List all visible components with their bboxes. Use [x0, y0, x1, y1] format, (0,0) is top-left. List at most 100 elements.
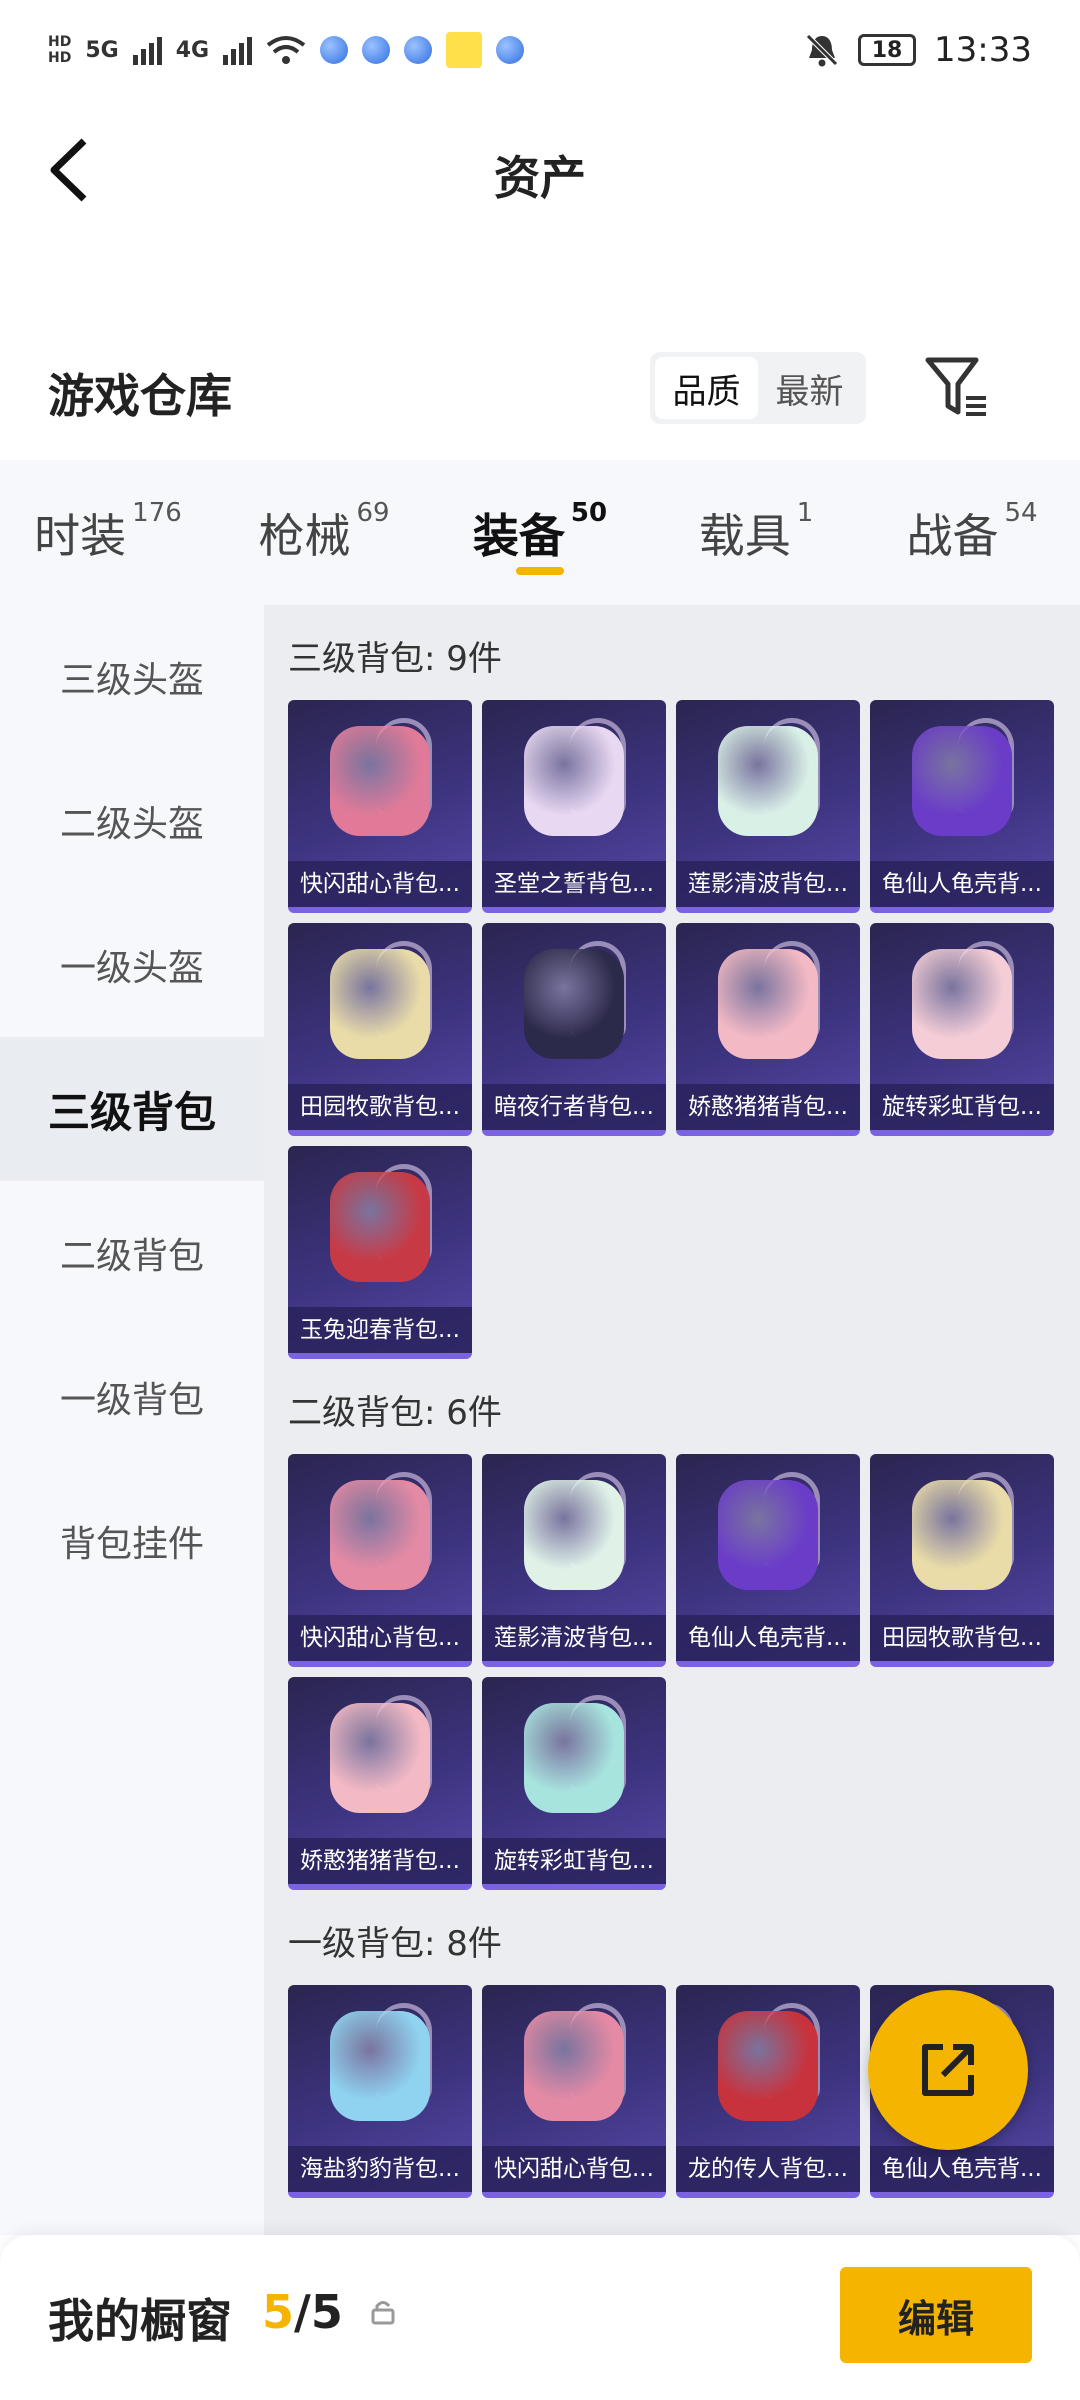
item-name: 田园牧歌背包...	[870, 1615, 1054, 1661]
bell-off-icon	[806, 34, 838, 67]
backpack-image	[718, 1480, 818, 1590]
sort-quality-button[interactable]: 品质	[655, 357, 758, 419]
backpack-image	[330, 1172, 430, 1282]
hd-indicator: HD HD	[48, 34, 72, 66]
item-name: 田园牧歌背包...	[288, 1084, 472, 1130]
showcase-current: 5	[262, 2285, 295, 2339]
page-title: 资产	[494, 151, 586, 205]
sidebar-item-level3-helmet[interactable]: 三级头盔	[0, 605, 264, 749]
backpack-image	[912, 949, 1012, 1059]
item-name: 莲影清波背包...	[482, 1615, 666, 1661]
tab-fashion[interactable]: 时装 176	[0, 460, 216, 566]
app-notification-icon	[362, 36, 391, 64]
tab-supplies[interactable]: 战备 54	[864, 460, 1080, 566]
item-name: 快闪甜心背包...	[482, 2146, 666, 2192]
network-4g-label: 4G	[175, 37, 210, 63]
item-card[interactable]: 快闪甜心背包...	[482, 1985, 666, 2198]
app-notification-icon	[404, 36, 433, 64]
tab-label: 战备	[906, 509, 999, 563]
sidebar-item-level1-backpack[interactable]: 一级背包	[0, 1325, 264, 1469]
category-tabs: 时装 176 枪械 69 装备 50 载具 1 战备 54	[0, 460, 1080, 605]
app-notification-icon	[446, 32, 483, 68]
item-card[interactable]: 田园牧歌背包...	[288, 923, 472, 1136]
subcategory-sidebar: 三级头盔 二级头盔 一级头盔 三级背包 二级背包 一级背包 背包挂件	[0, 605, 264, 2235]
tab-label: 载具	[698, 509, 791, 563]
backpack-image	[524, 949, 624, 1059]
showcase-total: 5	[310, 2285, 343, 2339]
item-card[interactable]: 暗夜行者背包...	[482, 923, 666, 1136]
backpack-image	[718, 2011, 818, 2121]
tab-count: 176	[132, 498, 182, 528]
title-bar: 资产	[0, 110, 1080, 230]
tab-label: 枪械	[258, 509, 351, 563]
item-name: 娇憨猪猪背包...	[288, 1838, 472, 1884]
backpack-image	[330, 726, 430, 836]
edit-button[interactable]: 编辑	[840, 2267, 1032, 2363]
app-notification-icon	[496, 36, 525, 64]
backpack-image	[330, 949, 430, 1059]
showcase-label: 我的橱窗	[48, 2294, 232, 2348]
backpack-image	[912, 1480, 1012, 1590]
backpack-image	[718, 726, 818, 836]
sort-latest-button[interactable]: 最新	[758, 357, 861, 419]
sidebar-item-level1-helmet[interactable]: 一级头盔	[0, 893, 264, 1037]
sidebar-item-level2-helmet[interactable]: 二级头盔	[0, 749, 264, 893]
item-card[interactable]: 旋转彩虹背包...	[482, 1677, 666, 1890]
warehouse-title: 游戏仓库	[48, 369, 232, 423]
share-icon	[922, 2044, 974, 2096]
tab-equipment[interactable]: 装备 50	[432, 460, 648, 575]
item-card[interactable]: 快闪甜心背包...	[288, 700, 472, 913]
battery-level: 18	[871, 37, 903, 63]
backpack-image	[718, 949, 818, 1059]
tab-count: 1	[796, 498, 814, 528]
item-name: 海盐豹豹背包...	[288, 2146, 472, 2192]
backpack-image	[330, 2011, 430, 2121]
signal-icon	[223, 35, 253, 65]
item-card[interactable]: 莲影清波背包...	[676, 700, 860, 913]
signal-icon	[132, 35, 162, 65]
battery-icon: 18	[858, 34, 917, 66]
item-name: 娇憨猪猪背包...	[676, 1084, 860, 1130]
backpack-image	[330, 1703, 430, 1813]
share-button[interactable]	[868, 1990, 1028, 2150]
tab-guns[interactable]: 枪械 69	[216, 460, 432, 566]
item-name: 龟仙人龟壳背...	[870, 2146, 1054, 2192]
tab-vehicles[interactable]: 载具 1	[648, 460, 864, 566]
item-name: 快闪甜心背包...	[288, 1615, 472, 1661]
item-card[interactable]: 娇憨猪猪背包...	[676, 923, 860, 1136]
sidebar-item-level3-backpack[interactable]: 三级背包	[0, 1037, 264, 1181]
item-grid: 快闪甜心背包... 莲影清波背包... 龟仙人龟壳背... 田园牧歌背包... 娇憨猪猪…	[288, 1454, 1056, 1890]
section-title: 一级背包: 8件	[288, 1924, 502, 1964]
item-card[interactable]: 娇憨猪猪背包...	[288, 1677, 472, 1890]
item-name: 龟仙人龟壳背...	[676, 1615, 860, 1661]
item-name: 旋转彩虹背包...	[482, 1838, 666, 1884]
item-name: 龙的传人背包...	[676, 2146, 860, 2192]
item-name: 快闪甜心背包...	[288, 861, 472, 907]
item-card[interactable]: 田园牧歌背包...	[870, 1454, 1054, 1667]
backpack-image	[524, 2011, 624, 2121]
item-name: 旋转彩虹背包...	[870, 1084, 1054, 1130]
network-5g-label: 5G	[85, 37, 119, 63]
tab-count: 69	[356, 498, 390, 528]
item-card[interactable]: 玉兔迎春背包...	[288, 1146, 472, 1359]
sort-toggle: 品质 最新	[650, 352, 866, 424]
backpack-image	[912, 726, 1012, 836]
tab-label: 时装	[34, 509, 127, 563]
sidebar-item-level2-backpack[interactable]: 二级背包	[0, 1181, 264, 1325]
item-card[interactable]: 龟仙人龟壳背...	[676, 1454, 860, 1667]
status-bar: HD HD 5G 4G 18 13:33	[0, 0, 1080, 100]
item-card[interactable]: 龙的传人背包...	[676, 1985, 860, 2198]
showcase-separator: /	[294, 2285, 311, 2339]
item-card[interactable]: 海盐豹豹背包...	[288, 1985, 472, 2198]
item-card[interactable]: 旋转彩虹背包...	[870, 923, 1054, 1136]
item-card[interactable]: 莲影清波背包...	[482, 1454, 666, 1667]
wifi-icon	[266, 36, 306, 64]
sidebar-item-backpack-charm[interactable]: 背包挂件	[0, 1469, 264, 1613]
backpack-image	[524, 726, 624, 836]
item-card[interactable]: 龟仙人龟壳背...	[870, 700, 1054, 913]
item-card[interactable]: 快闪甜心背包...	[288, 1454, 472, 1667]
item-card[interactable]: 圣堂之誓背包...	[482, 700, 666, 913]
tab-count: 54	[1004, 498, 1038, 528]
item-name: 龟仙人龟壳背...	[870, 861, 1054, 907]
filter-icon[interactable]	[922, 352, 992, 422]
